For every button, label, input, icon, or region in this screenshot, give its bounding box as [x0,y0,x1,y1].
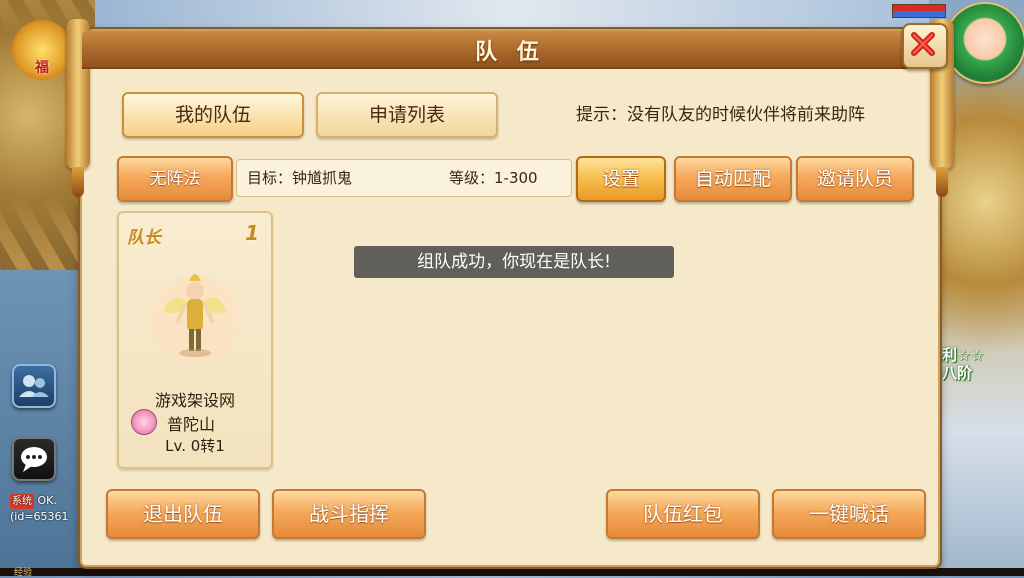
member-school: 普陀山 [167,415,216,434]
toast-message: 组队成功，你现在是队长! [354,246,674,278]
member-level: Lv. 0转1 [165,437,225,455]
formation-button[interactable]: 无阵法 [117,156,233,202]
lotus-icon [131,409,157,435]
mp-fill [893,11,945,17]
one-click-shout-button[interactable]: 一键喊话 [772,489,926,539]
title-bar: 队 伍 [82,31,938,69]
close-button[interactable] [902,23,948,69]
friends-icon[interactable] [12,364,56,408]
exp-label: 经验 [14,568,33,578]
player-hp-mp-bar [892,4,946,18]
tab-apply-list[interactable]: 申请列表 [316,92,498,138]
level-range-text: 等级：1-300 [449,169,538,187]
slot-number: 1 [245,221,259,245]
team-panel: 队 伍 我的队伍 申请列表 提示：没有队友的时候伙伴将前来助阵 无阵法 目标：钟… [66,19,954,567]
invite-member-button[interactable]: 邀请队员 [796,156,914,202]
panel-title: 队 伍 [475,40,545,65]
system-message: OK. [37,494,57,507]
tab-my-team[interactable]: 我的队伍 [122,92,304,138]
fortune-badge[interactable]: 福 [12,20,72,80]
chat-bubble-icon[interactable] [12,437,56,481]
battle-command-button[interactable]: 战斗指挥 [272,489,426,539]
system-tag: 系统 [10,494,34,509]
fortune-badge-label: 福 [35,60,49,76]
settings-button[interactable]: 设置 [576,156,666,202]
close-icon [911,32,935,56]
target-field[interactable]: 目标：钟馗抓鬼 等级：1-300 [236,159,572,197]
leader-tag: 队长 [127,228,161,248]
auto-match-button[interactable]: 自动匹配 [674,156,792,202]
member-card-slot-1[interactable]: 队长 1 游戏架设网 普陀山 Lv. 0转1 [117,211,273,469]
tassel-right [936,167,948,197]
member-name: 游戏架设网 [154,391,235,410]
team-red-packet-button[interactable]: 队伍红包 [606,489,760,539]
player-avatar[interactable] [944,2,1024,84]
exp-bar: 经验 [0,568,1024,578]
quit-team-button[interactable]: 退出队伍 [106,489,260,539]
tassel-left [72,167,84,197]
system-id: (id=65361 [10,510,69,523]
character-portrait [151,274,239,363]
target-text: 目标：钟馗抓鬼 [247,169,353,187]
hint-text: 提示：没有队友的时候伙伴将前来助阵 [576,105,865,125]
